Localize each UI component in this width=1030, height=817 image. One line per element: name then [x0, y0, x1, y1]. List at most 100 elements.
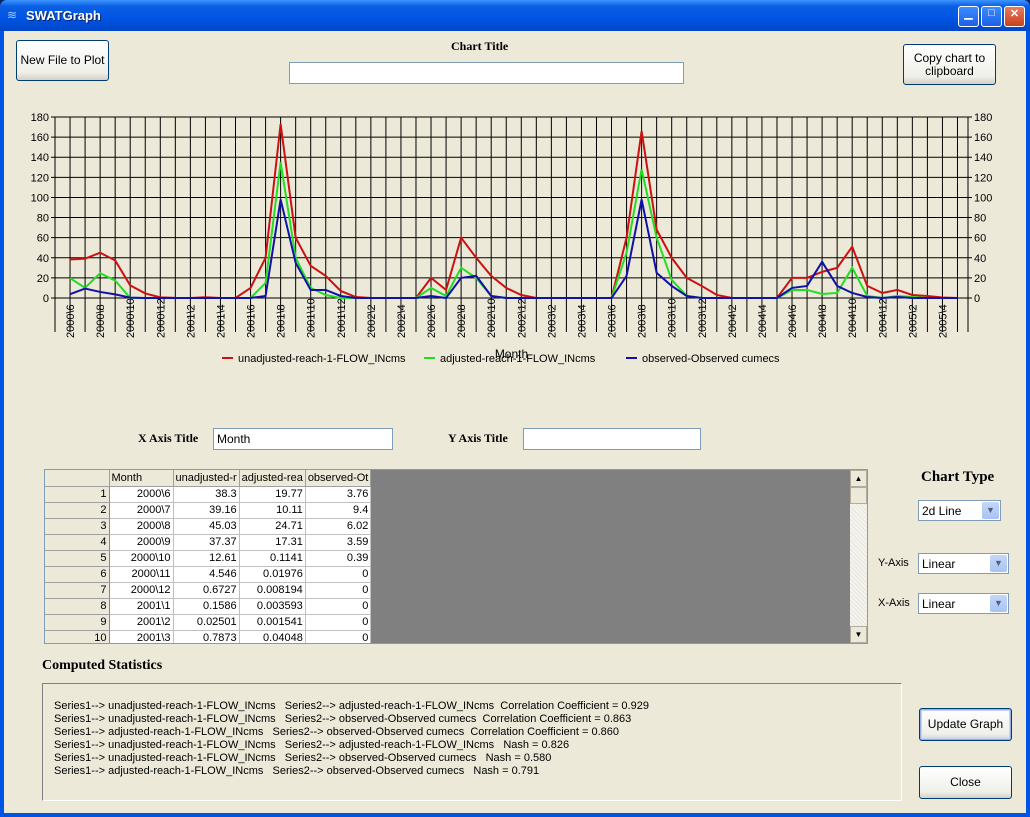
y-axis-title-input[interactable] — [523, 428, 701, 450]
close-button[interactable]: Close — [919, 766, 1012, 799]
table-row[interactable]: 7 2000\12 0.6727 0.008194 0 — [45, 582, 372, 599]
column-header[interactable]: unadjusted-r — [173, 470, 240, 487]
table-cell[interactable]: 4.546 — [173, 566, 240, 583]
row-header[interactable]: 6 — [45, 566, 110, 583]
new-file-to-plot-button[interactable]: New File to Plot — [16, 40, 109, 81]
table-cell[interactable]: 9.4 — [305, 502, 372, 519]
scroll-up-button[interactable]: ▲ — [850, 470, 867, 487]
x-tick-label: 2003\10 — [667, 298, 679, 338]
table-cell[interactable]: 37.37 — [173, 534, 240, 551]
table-row[interactable]: 5 2000\10 12.61 0.1141 0.39 — [45, 550, 372, 567]
table-cell[interactable]: 2000\12 — [109, 582, 174, 599]
table-row[interactable]: 4 2000\9 37.37 17.31 3.59 — [45, 534, 372, 551]
table-row[interactable]: 8 2001\1 0.1586 0.003593 0 — [45, 598, 372, 615]
table-cell[interactable]: 2000\9 — [109, 534, 174, 551]
close-window-button[interactable]: ✕ — [1004, 6, 1025, 27]
flow-chart: 0 0 20 20 40 40 60 60 80 80 100 100 120 120 140 140 160 1… — [31, 112, 993, 365]
update-graph-button[interactable]: Update Graph — [919, 708, 1012, 741]
table-cell[interactable]: 2001\1 — [109, 598, 174, 615]
table-cell[interactable]: 0 — [305, 582, 372, 599]
row-header[interactable]: 4 — [45, 534, 110, 551]
x-tick-label: 2003\6 — [607, 304, 619, 338]
up-arrow-icon: ▲ — [854, 474, 863, 483]
y-tick-label-right: 80 — [974, 213, 986, 225]
table-cell[interactable]: 24.71 — [239, 518, 306, 535]
table-cell[interactable]: 3.59 — [305, 534, 372, 551]
series-line-3 — [69, 199, 958, 300]
table-cell[interactable]: 0 — [305, 566, 372, 583]
table-cell[interactable]: 0.003593 — [239, 598, 306, 615]
x-tick-label: 2003\8 — [637, 304, 649, 338]
table-vertical-scrollbar[interactable]: ▲ ▼ — [850, 470, 867, 643]
table-cell[interactable]: 0.008194 — [239, 582, 306, 599]
table-cell[interactable]: 39.16 — [173, 502, 240, 519]
table-cell[interactable]: 10.11 — [239, 502, 306, 519]
table-row[interactable]: 9 2001\2 0.02501 0.001541 0 — [45, 614, 372, 631]
row-header[interactable]: 10 — [45, 630, 110, 643]
table-row[interactable]: 10 2001\3 0.7873 0.04048 0 — [45, 630, 372, 643]
x-tick-label: 2000\10 — [125, 298, 137, 338]
row-header[interactable]: 9 — [45, 614, 110, 631]
x-tick-label: 2001\2 — [185, 304, 197, 338]
table-cell[interactable]: 0.1141 — [239, 550, 306, 567]
chart-title-input[interactable] — [289, 62, 684, 84]
row-header[interactable]: 1 — [45, 486, 110, 503]
table-cell[interactable]: 0.7873 — [173, 630, 240, 643]
stat-line: Series1--> unadjusted-reach-1-FLOW_INcms… — [54, 752, 552, 764]
column-header[interactable]: observed-Ot — [305, 470, 372, 487]
column-header[interactable]: adjusted-rea — [239, 470, 306, 487]
data-grid[interactable]: Month unadjusted-r adjusted-rea observed… — [44, 469, 868, 644]
window-title: SWATGraph — [26, 8, 101, 23]
row-header[interactable]: 2 — [45, 502, 110, 519]
table-cell[interactable]: 0 — [305, 598, 372, 615]
row-header[interactable]: 5 — [45, 550, 110, 567]
table-cell[interactable]: 0.04048 — [239, 630, 306, 643]
title-bar[interactable]: ≋ SWATGraph ▁ □ ✕ — [0, 0, 1030, 31]
scroll-down-button[interactable]: ▼ — [850, 626, 867, 643]
table-cell[interactable]: 0.39 — [305, 550, 372, 567]
table-cell[interactable]: 0 — [305, 630, 372, 643]
row-header[interactable]: 3 — [45, 518, 110, 535]
scroll-thumb[interactable] — [850, 487, 867, 504]
y-tick-label-left: 140 — [31, 152, 49, 164]
table-cell[interactable]: 3.76 — [305, 486, 372, 503]
row-header[interactable]: 8 — [45, 598, 110, 615]
legend-label: adjusted-reach-1-FLOW_INcms — [440, 353, 596, 365]
table-cell[interactable]: 0.02501 — [173, 614, 240, 631]
table-cell[interactable]: 19.77 — [239, 486, 306, 503]
table-cell[interactable]: 2000\7 — [109, 502, 174, 519]
table-cell[interactable]: 0.01976 — [239, 566, 306, 583]
table-cell[interactable]: 17.31 — [239, 534, 306, 551]
table-cell[interactable]: 45.03 — [173, 518, 240, 535]
client-area: New File to Plot Chart Title Copy chart … — [4, 31, 1026, 813]
copy-chart-to-clipboard-button[interactable]: Copy chart to clipboard — [903, 44, 996, 85]
table-row[interactable]: 2 2000\7 39.16 10.11 9.4 — [45, 502, 372, 519]
table-cell[interactable]: 12.61 — [173, 550, 240, 567]
row-header[interactable]: 7 — [45, 582, 110, 599]
chevron-down-icon: ▼ — [990, 555, 1007, 572]
table-cell[interactable]: 2000\8 — [109, 518, 174, 535]
table-cell[interactable]: 38.3 — [173, 486, 240, 503]
x-tick-label: 2002\12 — [516, 298, 528, 338]
table-cell[interactable]: 2000\10 — [109, 550, 174, 567]
x-axis-scale-select[interactable]: Linear ▼ — [918, 593, 1009, 614]
table-cell[interactable]: 2000\11 — [109, 566, 174, 583]
x-axis-title-input[interactable] — [213, 428, 393, 450]
table-cell[interactable]: 0.6727 — [173, 582, 240, 599]
chart-type-select[interactable]: 2d Line ▼ — [918, 500, 1001, 521]
table-cell[interactable]: 2001\2 — [109, 614, 174, 631]
table-cell[interactable]: 2001\3 — [109, 630, 174, 643]
maximize-button[interactable]: □ — [981, 6, 1002, 27]
table-cell[interactable]: 6.02 — [305, 518, 372, 535]
minimize-button[interactable]: ▁ — [958, 6, 979, 27]
column-header[interactable]: Month — [109, 470, 174, 487]
table-row[interactable]: 1 2000\6 38.3 19.77 3.76 — [45, 486, 372, 503]
table-cell[interactable]: 2000\6 — [109, 486, 174, 503]
y-axis-scale-select[interactable]: Linear ▼ — [918, 553, 1009, 574]
table-cell[interactable]: 0 — [305, 614, 372, 631]
table-cell[interactable]: 0.001541 — [239, 614, 306, 631]
table-cell[interactable]: 0.1586 — [173, 598, 240, 615]
table-row[interactable]: 6 2000\11 4.546 0.01976 0 — [45, 566, 372, 583]
x-tick-label: 2003\12 — [697, 298, 709, 338]
table-row[interactable]: 3 2000\8 45.03 24.71 6.02 — [45, 518, 372, 535]
